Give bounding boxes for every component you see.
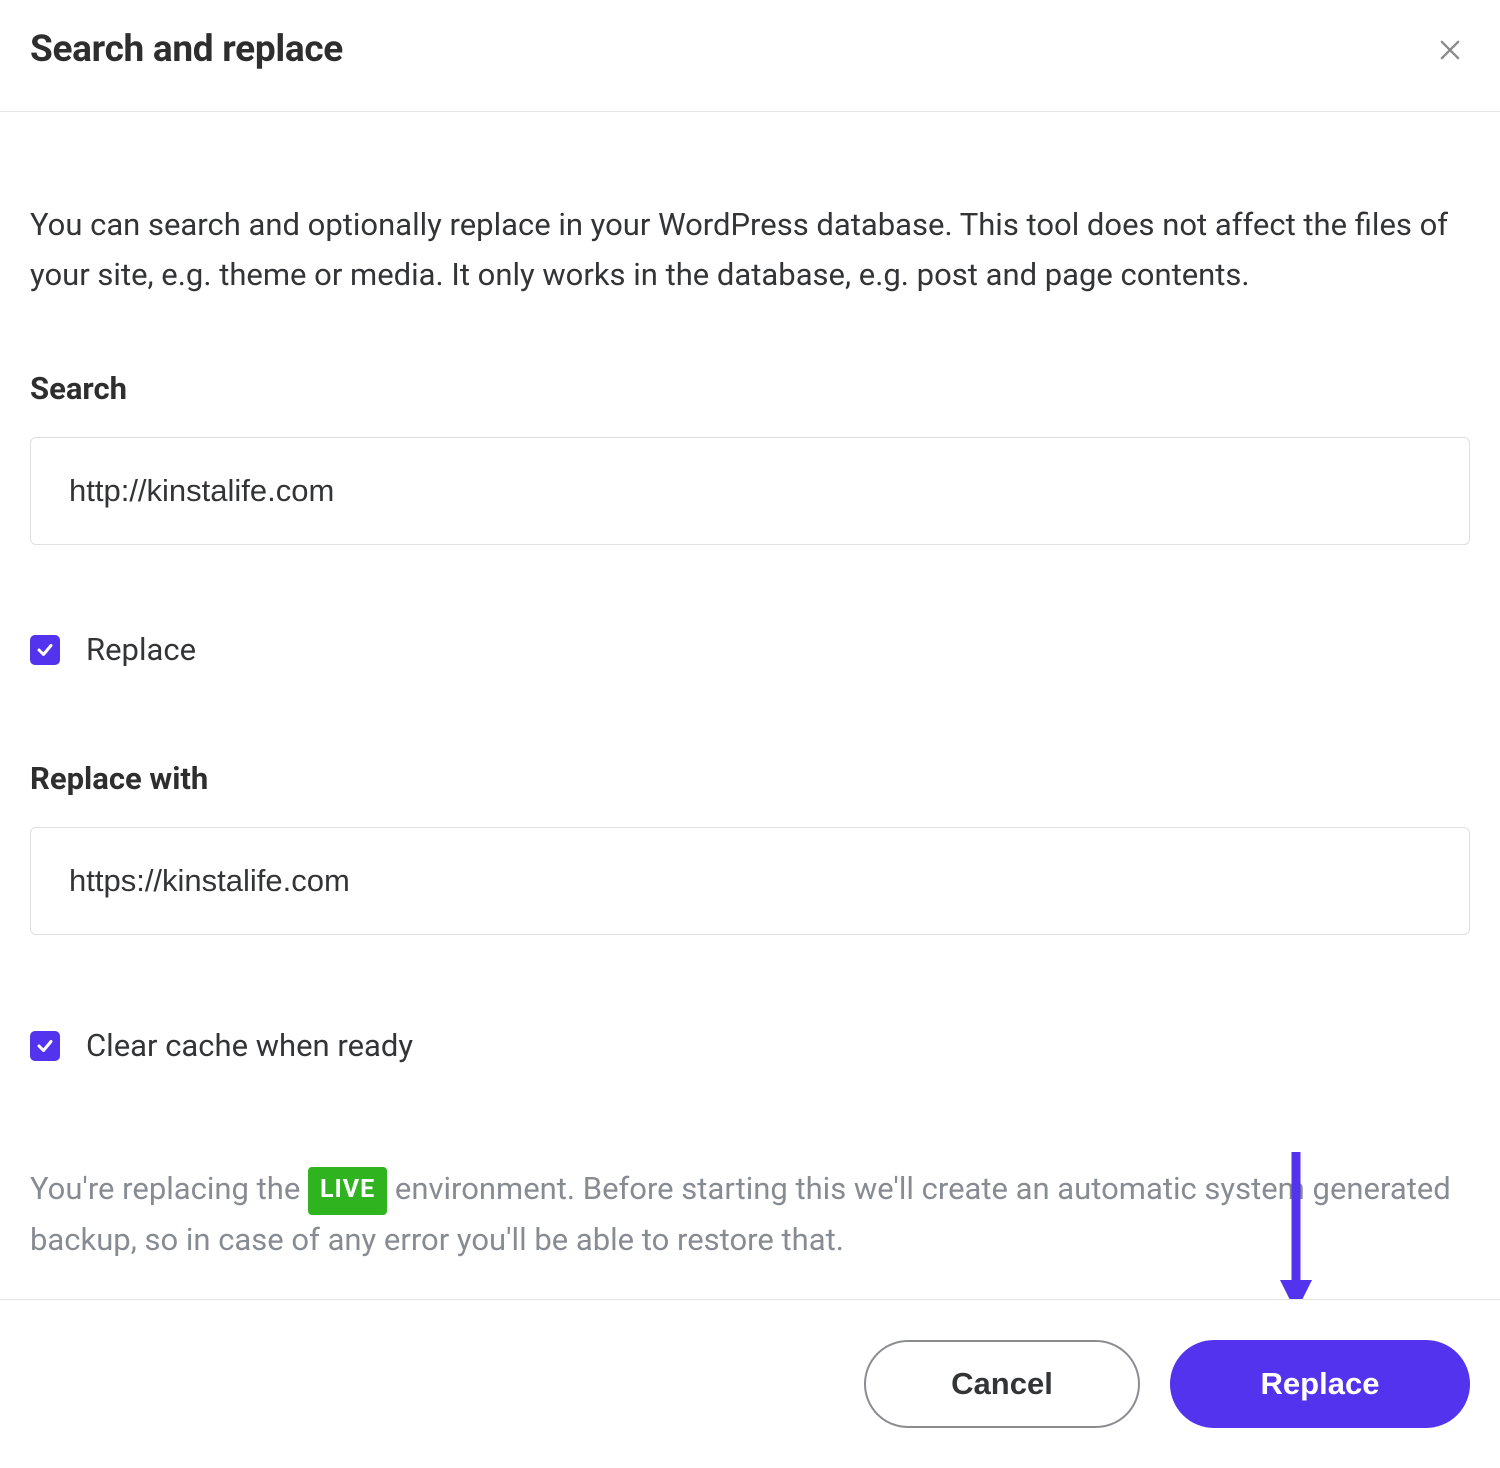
search-replace-modal: Search and replace You can search and op… (0, 0, 1500, 1468)
clear-cache-checkbox[interactable] (30, 1031, 60, 1061)
description-text: You can search and optionally replace in… (30, 200, 1470, 300)
close-button[interactable] (1430, 30, 1470, 70)
modal-body: You can search and optionally replace in… (0, 112, 1500, 1265)
close-icon (1436, 36, 1464, 64)
warning-pre-text: You're replacing the (30, 1170, 308, 1207)
check-icon (36, 641, 54, 659)
clear-cache-checkbox-row[interactable]: Clear cache when ready (30, 1027, 1470, 1064)
search-input[interactable] (30, 437, 1470, 545)
cancel-button[interactable]: Cancel (864, 1340, 1140, 1428)
search-field-label: Search (30, 370, 1470, 407)
replace-button[interactable]: Replace (1170, 1340, 1470, 1428)
replace-with-input[interactable] (30, 827, 1470, 935)
modal-footer: Cancel Replace (0, 1299, 1500, 1468)
clear-cache-checkbox-label: Clear cache when ready (86, 1027, 413, 1064)
live-badge: LIVE (308, 1167, 387, 1215)
replace-checkbox-label: Replace (86, 631, 196, 668)
check-icon (36, 1037, 54, 1055)
replace-checkbox-row[interactable]: Replace (30, 631, 1470, 668)
modal-header: Search and replace (0, 0, 1500, 112)
modal-title: Search and replace (30, 28, 343, 71)
replace-with-field-label: Replace with (30, 760, 1470, 797)
environment-warning: You're replacing the LIVE environment. B… (30, 1164, 1470, 1265)
replace-checkbox[interactable] (30, 635, 60, 665)
